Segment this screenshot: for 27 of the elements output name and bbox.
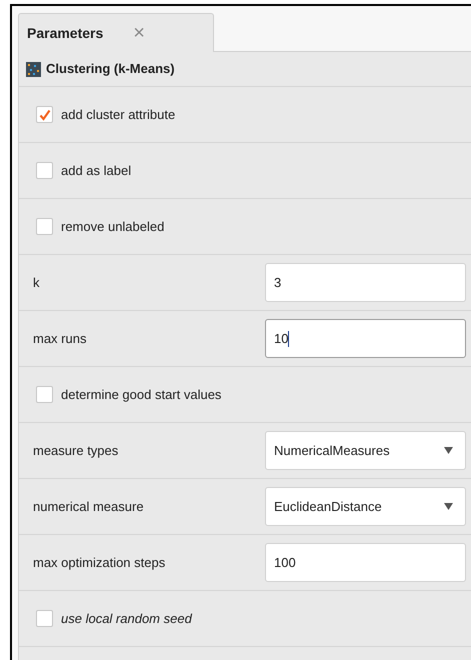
dropdown-arrow-icon <box>444 503 453 510</box>
parameters-tab[interactable]: Parameters × <box>18 13 214 52</box>
input-field[interactable]: 100 <box>265 543 466 582</box>
checkbox[interactable] <box>36 218 53 235</box>
checkbox-label: determine good start values <box>61 386 222 404</box>
input-field[interactable]: 3 <box>265 263 466 302</box>
parameter-label: max optimization steps <box>33 554 166 572</box>
operator-title: Clustering (k-Means) <box>46 60 175 78</box>
dropdown[interactable]: NumericalMeasures <box>265 431 466 470</box>
scatter-icon <box>26 62 41 76</box>
checkbox[interactable] <box>36 106 53 123</box>
checkbox[interactable] <box>36 162 53 179</box>
checkbox-label: add cluster attribute <box>61 106 176 124</box>
dropdown-arrow-icon <box>444 447 453 454</box>
dropdown[interactable]: EuclideanDistance <box>265 487 466 526</box>
checkbox-label: use local random seed <box>61 610 192 628</box>
parameter-label: numerical measure <box>33 498 145 516</box>
parameter-label: max runs <box>33 330 88 348</box>
parameter-label: k <box>33 274 40 292</box>
input-field[interactable]: 10 <box>265 319 466 358</box>
text-cursor <box>288 330 290 346</box>
checkbox-label: remove unlabeled <box>61 218 164 236</box>
checkmark-icon <box>38 108 50 120</box>
checkbox[interactable] <box>36 386 53 403</box>
parameter-label: measure types <box>33 442 120 460</box>
checkbox[interactable] <box>36 610 53 627</box>
checkbox-label: add as label <box>61 162 132 180</box>
